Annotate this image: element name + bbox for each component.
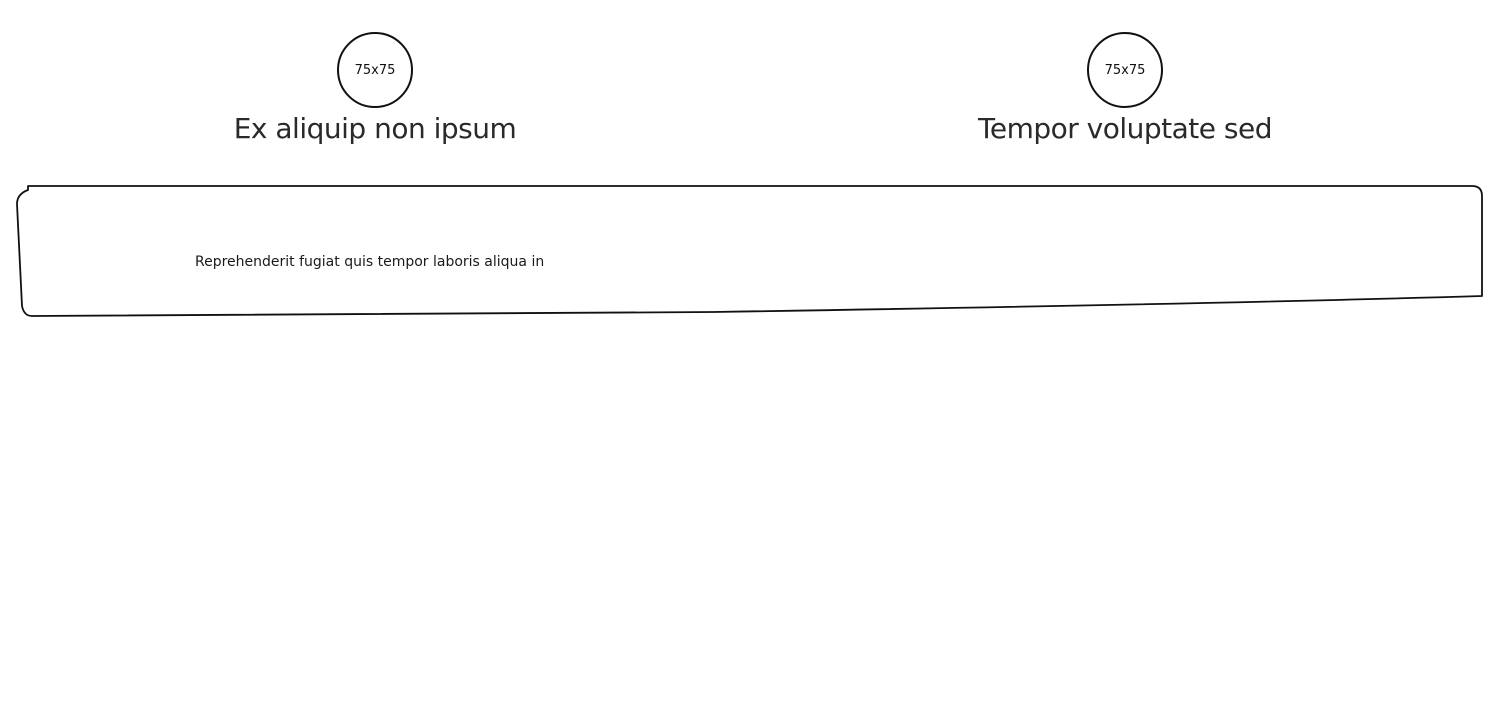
- image-placeholder-label: 75x75: [1104, 62, 1146, 78]
- feature-image-placeholder: 75x75: [337, 32, 413, 108]
- feature-title: Tempor voluptate sed: [978, 112, 1273, 145]
- panel-text: Reprehenderit fugiat quis tempor laboris…: [195, 254, 545, 270]
- feature-card-2: 75x75 Tempor voluptate sed: [915, 32, 1335, 145]
- text-panel: Reprehenderit fugiat quis tempor laboris…: [14, 182, 1486, 320]
- feature-card-1: 75x75 Ex aliquip non ipsum: [165, 32, 585, 145]
- feature-title: Ex aliquip non ipsum: [233, 112, 517, 145]
- image-placeholder-label: 75x75: [354, 62, 396, 78]
- feature-image-placeholder: 75x75: [1087, 32, 1163, 108]
- panel-border: [16, 185, 1483, 317]
